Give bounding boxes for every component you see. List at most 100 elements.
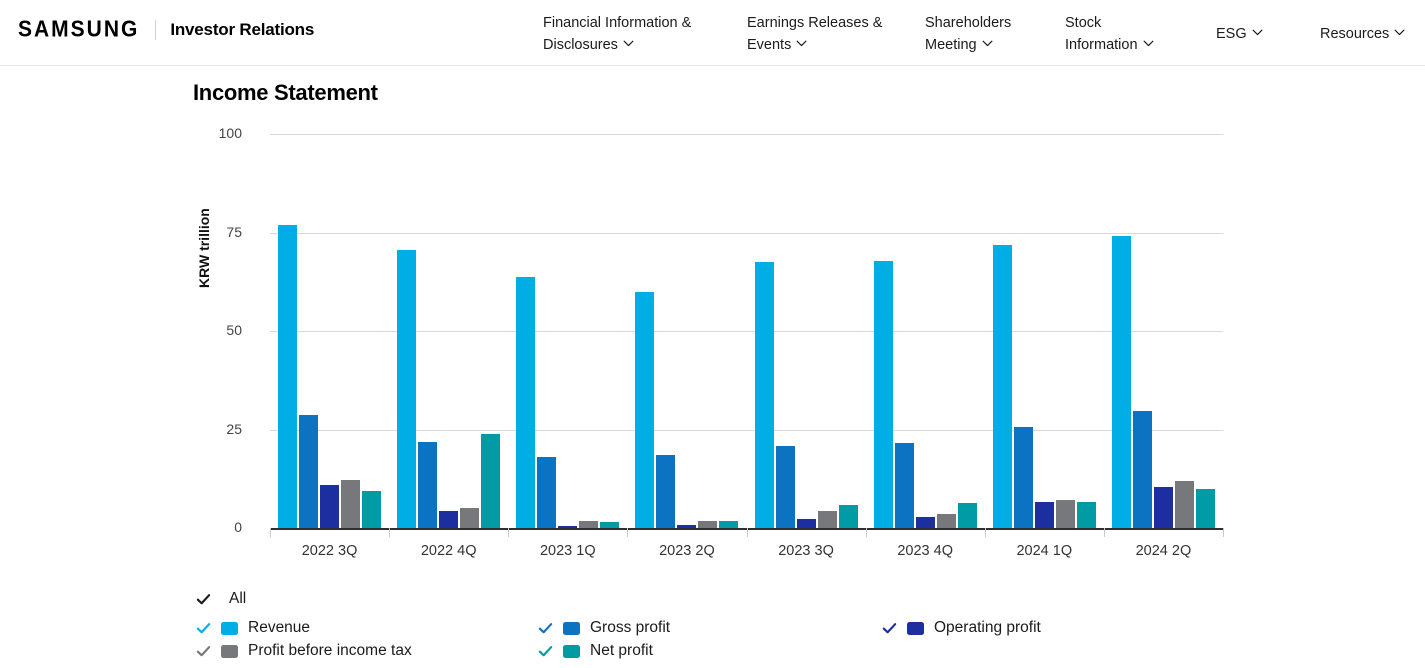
investor-relations-label: Investor Relations: [170, 20, 314, 40]
bar-group: [270, 134, 389, 528]
bar[interactable]: [818, 511, 837, 528]
y-tick-label: 75: [182, 224, 242, 240]
legend-color-swatch: [221, 645, 238, 658]
nav-item-esg[interactable]: ESG: [1216, 23, 1263, 45]
bar[interactable]: [481, 434, 500, 528]
bar[interactable]: [1175, 481, 1194, 528]
bar[interactable]: [1077, 502, 1096, 528]
bar[interactable]: [397, 250, 416, 528]
bar[interactable]: [719, 521, 738, 528]
site-header: SAMSUNG Investor Relations Financial Inf…: [0, 0, 1425, 66]
nav-item-label: Disclosures: [543, 37, 618, 53]
bar[interactable]: [1056, 500, 1075, 528]
bar[interactable]: [460, 508, 479, 528]
x-axis-line: [270, 528, 1223, 530]
legend-item-gross-profit[interactable]: Gross profit: [538, 616, 670, 640]
x-tick-label: 2023 3Q: [726, 543, 886, 559]
bar-group: [627, 134, 746, 528]
y-tick-label: 100: [182, 125, 242, 141]
nav-item-label: Stock: [1065, 15, 1101, 31]
x-tick-mark: [1223, 528, 1224, 537]
nav-item-earnings-releases-events[interactable]: Earnings Releases &Events: [747, 12, 882, 56]
legend-item-net-profit[interactable]: Net profit: [538, 639, 653, 663]
x-tick-mark: [985, 528, 986, 537]
nav-item-label: Meeting: [925, 37, 977, 53]
bar[interactable]: [993, 245, 1012, 528]
bar[interactable]: [320, 485, 339, 528]
page-title: Income Statement: [193, 80, 378, 106]
legend-item-profit-before-income-tax[interactable]: Profit before income tax: [196, 639, 412, 663]
bar[interactable]: [916, 517, 935, 528]
check-icon: [196, 644, 211, 659]
bar[interactable]: [776, 446, 795, 528]
main-navigation: Financial Information & Disclosures Earnin…: [543, 12, 1413, 60]
bar[interactable]: [1014, 427, 1033, 528]
bar[interactable]: [797, 519, 816, 528]
x-tick-mark: [270, 528, 271, 537]
bar[interactable]: [341, 480, 360, 528]
bar[interactable]: [1112, 236, 1131, 528]
bar[interactable]: [579, 521, 598, 528]
x-tick-mark: [627, 528, 628, 537]
bar[interactable]: [635, 292, 654, 528]
nav-item-label: Financial Information &: [543, 15, 691, 31]
bar[interactable]: [1035, 502, 1054, 528]
bar[interactable]: [1196, 489, 1215, 528]
legend-item-revenue[interactable]: Revenue: [196, 616, 310, 640]
legend-item-operating-profit[interactable]: Operating profit: [882, 616, 1041, 640]
legend-item-label: Net profit: [590, 642, 653, 660]
x-tick-mark: [389, 528, 390, 537]
plot-area: [270, 134, 1223, 528]
bar[interactable]: [600, 522, 619, 528]
bar[interactable]: [278, 225, 297, 528]
bar[interactable]: [937, 514, 956, 528]
y-axis-label: KRW trillion: [196, 208, 212, 288]
x-tick-mark: [866, 528, 867, 537]
bar[interactable]: [439, 511, 458, 528]
x-tick-label: 2022 4Q: [369, 543, 529, 559]
bar-group: [866, 134, 985, 528]
check-icon: [196, 592, 211, 607]
legend-color-swatch: [563, 622, 580, 635]
bar[interactable]: [755, 262, 774, 528]
bar[interactable]: [418, 442, 437, 528]
samsung-logo: SAMSUNG: [18, 17, 139, 44]
bar[interactable]: [895, 443, 914, 528]
bar[interactable]: [656, 455, 675, 528]
nav-item-resources[interactable]: Resources: [1320, 23, 1405, 45]
chevron-down-icon: [1143, 40, 1154, 47]
legend-item-all[interactable]: All: [196, 586, 1296, 612]
nav-item-shareholders-meeting[interactable]: Shareholders Meeting: [925, 12, 1011, 56]
bar[interactable]: [362, 491, 381, 528]
nav-item-label: Resources: [1320, 26, 1389, 42]
bar[interactable]: [677, 525, 696, 528]
y-tick-label: 25: [182, 421, 242, 437]
bar[interactable]: [516, 277, 535, 528]
bar[interactable]: [958, 503, 977, 528]
chevron-down-icon: [982, 40, 993, 47]
chevron-down-icon: [796, 40, 807, 47]
legend-label-all: All: [229, 590, 246, 608]
bar[interactable]: [839, 505, 858, 528]
x-tick-label: 2023 1Q: [488, 543, 648, 559]
bar[interactable]: [1154, 487, 1173, 528]
gridline: [270, 134, 1223, 135]
nav-item-stock-information[interactable]: StockInformation: [1065, 12, 1154, 56]
nav-item-label: ESG: [1216, 26, 1247, 42]
nav-item-financial-information-disclosures[interactable]: Financial Information & Disclosures: [543, 12, 691, 56]
bar[interactable]: [698, 521, 717, 528]
legend-item-label: Revenue: [248, 619, 310, 637]
chevron-down-icon: [623, 40, 634, 47]
nav-item-label: Shareholders: [925, 15, 1011, 31]
bar[interactable]: [874, 261, 893, 528]
x-tick-mark: [747, 528, 748, 537]
bar-group: [747, 134, 866, 528]
bar[interactable]: [1133, 411, 1152, 528]
bar-group: [985, 134, 1104, 528]
bar[interactable]: [537, 457, 556, 528]
x-tick-label: 2022 3Q: [250, 543, 410, 559]
brand[interactable]: SAMSUNG Investor Relations: [18, 18, 314, 42]
bar[interactable]: [558, 526, 577, 528]
legend-item-label: Gross profit: [590, 619, 670, 637]
bar[interactable]: [299, 415, 318, 528]
